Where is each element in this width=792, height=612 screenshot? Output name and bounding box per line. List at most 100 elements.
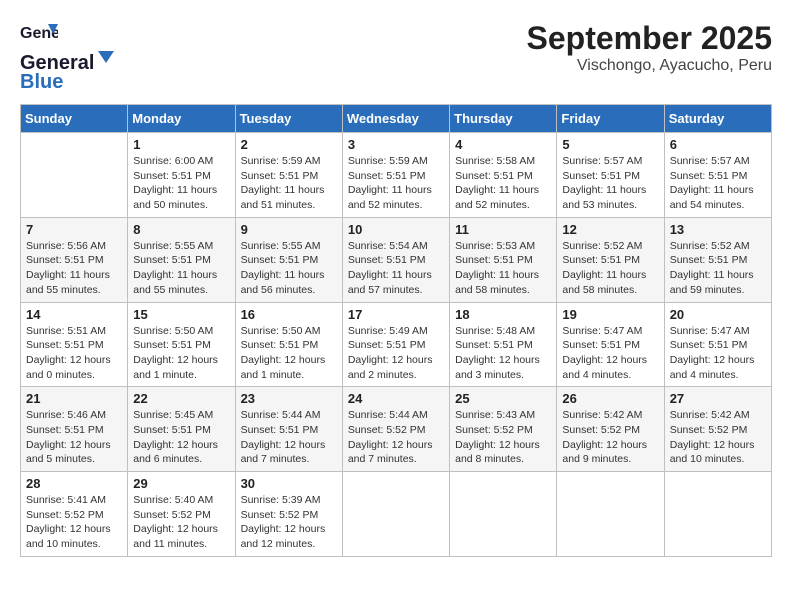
day-number: 2 bbox=[241, 137, 337, 152]
day-info: Sunrise: 5:55 AMSunset: 5:51 PMDaylight:… bbox=[133, 239, 229, 298]
day-number: 20 bbox=[670, 307, 766, 322]
day-number: 16 bbox=[241, 307, 337, 322]
day-info: Sunrise: 5:58 AMSunset: 5:51 PMDaylight:… bbox=[455, 154, 551, 213]
calendar-cell-w1-d4: 11 Sunrise: 5:53 AMSunset: 5:51 PMDayligh… bbox=[450, 217, 557, 302]
day-info: Sunrise: 5:55 AMSunset: 5:51 PMDaylight:… bbox=[241, 239, 337, 298]
weekday-header-friday: Friday bbox=[557, 105, 664, 133]
calendar-cell-w0-d3: 3 Sunrise: 5:59 AMSunset: 5:51 PMDaylight… bbox=[342, 133, 449, 218]
day-info: Sunrise: 5:45 AMSunset: 5:51 PMDaylight:… bbox=[133, 408, 229, 467]
day-info: Sunrise: 5:57 AMSunset: 5:51 PMDaylight:… bbox=[562, 154, 658, 213]
calendar-cell-w2-d6: 20 Sunrise: 5:47 AMSunset: 5:51 PMDayligh… bbox=[664, 302, 771, 387]
logo: General General Blue bbox=[20, 20, 116, 94]
day-info: Sunrise: 5:59 AMSunset: 5:51 PMDaylight:… bbox=[348, 154, 444, 213]
day-number: 23 bbox=[241, 391, 337, 406]
day-number: 29 bbox=[133, 476, 229, 491]
weekday-header-monday: Monday bbox=[128, 105, 235, 133]
day-number: 25 bbox=[455, 391, 551, 406]
day-info: Sunrise: 5:59 AMSunset: 5:51 PMDaylight:… bbox=[241, 154, 337, 213]
calendar-cell-w1-d0: 7 Sunrise: 5:56 AMSunset: 5:51 PMDaylight… bbox=[21, 217, 128, 302]
day-info: Sunrise: 5:46 AMSunset: 5:51 PMDaylight:… bbox=[26, 408, 122, 467]
day-number: 28 bbox=[26, 476, 122, 491]
calendar-table: SundayMondayTuesdayWednesdayThursdayFrid… bbox=[20, 104, 772, 557]
day-info: Sunrise: 6:00 AMSunset: 5:51 PMDaylight:… bbox=[133, 154, 229, 213]
day-info: Sunrise: 5:42 AMSunset: 5:52 PMDaylight:… bbox=[670, 408, 766, 467]
logo-blue: Blue bbox=[20, 71, 63, 94]
calendar-cell-w4-d2: 30Sunrise: 5:39 AMSunset: 5:52 PMDayligh… bbox=[235, 472, 342, 557]
calendar-cell-w3-d0: 21 Sunrise: 5:46 AMSunset: 5:51 PMDayligh… bbox=[21, 387, 128, 472]
calendar-cell-w1-d3: 10 Sunrise: 5:54 AMSunset: 5:51 PMDayligh… bbox=[342, 217, 449, 302]
day-info: Sunrise: 5:54 AMSunset: 5:51 PMDaylight:… bbox=[348, 239, 444, 298]
day-info: Sunrise: 5:47 AMSunset: 5:51 PMDaylight:… bbox=[562, 324, 658, 383]
day-info: Sunrise: 5:48 AMSunset: 5:51 PMDaylight:… bbox=[455, 324, 551, 383]
day-info: Sunrise: 5:44 AMSunset: 5:52 PMDaylight:… bbox=[348, 408, 444, 467]
day-number: 1 bbox=[133, 137, 229, 152]
calendar-cell-w4-d1: 29 Sunrise: 5:40 AMSunset: 5:52 PMDayligh… bbox=[128, 472, 235, 557]
calendar-cell-w3-d5: 26 Sunrise: 5:42 AMSunset: 5:52 PMDayligh… bbox=[557, 387, 664, 472]
calendar-cell-w2-d1: 15 Sunrise: 5:50 AMSunset: 5:51 PMDayligh… bbox=[128, 302, 235, 387]
weekday-header-saturday: Saturday bbox=[664, 105, 771, 133]
page-header: General General Blue September 2025 Visc… bbox=[20, 20, 772, 94]
day-info: Sunrise: 5:52 AMSunset: 5:51 PMDaylight:… bbox=[670, 239, 766, 298]
calendar-cell-w1-d1: 8 Sunrise: 5:55 AMSunset: 5:51 PMDaylight… bbox=[128, 217, 235, 302]
day-number: 11 bbox=[455, 222, 551, 237]
calendar-cell-w4-d0: 28 Sunrise: 5:41 AMSunset: 5:52 PMDayligh… bbox=[21, 472, 128, 557]
day-number: 9 bbox=[241, 222, 337, 237]
day-number: 27 bbox=[670, 391, 766, 406]
day-info: Sunrise: 5:56 AMSunset: 5:51 PMDaylight:… bbox=[26, 239, 122, 298]
calendar-cell-w3-d3: 24Sunrise: 5:44 AMSunset: 5:52 PMDayligh… bbox=[342, 387, 449, 472]
day-info: Sunrise: 5:49 AMSunset: 5:51 PMDaylight:… bbox=[348, 324, 444, 383]
weekday-header-sunday: Sunday bbox=[21, 105, 128, 133]
day-number: 12 bbox=[562, 222, 658, 237]
day-number: 10 bbox=[348, 222, 444, 237]
calendar-cell-w0-d6: 6 Sunrise: 5:57 AMSunset: 5:51 PMDaylight… bbox=[664, 133, 771, 218]
calendar-cell-w3-d2: 23 Sunrise: 5:44 AMSunset: 5:51 PMDayligh… bbox=[235, 387, 342, 472]
day-number: 19 bbox=[562, 307, 658, 322]
day-number: 6 bbox=[670, 137, 766, 152]
day-number: 4 bbox=[455, 137, 551, 152]
day-info: Sunrise: 5:44 AMSunset: 5:51 PMDaylight:… bbox=[241, 408, 337, 467]
day-number: 7 bbox=[26, 222, 122, 237]
location-title: Vischongo, Ayacucho, Peru bbox=[527, 57, 772, 75]
calendar-cell-w2-d2: 16 Sunrise: 5:50 AMSunset: 5:51 PMDayligh… bbox=[235, 302, 342, 387]
day-number: 26 bbox=[562, 391, 658, 406]
day-number: 13 bbox=[670, 222, 766, 237]
calendar-cell-w4-d4 bbox=[450, 472, 557, 557]
month-title: September 2025 bbox=[527, 20, 772, 57]
calendar-cell-w1-d2: 9 Sunrise: 5:55 AMSunset: 5:51 PMDaylight… bbox=[235, 217, 342, 302]
weekday-header-wednesday: Wednesday bbox=[342, 105, 449, 133]
day-number: 8 bbox=[133, 222, 229, 237]
day-info: Sunrise: 5:42 AMSunset: 5:52 PMDaylight:… bbox=[562, 408, 658, 467]
logo-flag-icon bbox=[96, 49, 116, 69]
day-number: 18 bbox=[455, 307, 551, 322]
day-info: Sunrise: 5:39 AMSunset: 5:52 PMDaylight:… bbox=[241, 493, 337, 552]
day-number: 21 bbox=[26, 391, 122, 406]
day-info: Sunrise: 5:57 AMSunset: 5:51 PMDaylight:… bbox=[670, 154, 766, 213]
calendar-cell-w2-d5: 19 Sunrise: 5:47 AMSunset: 5:51 PMDayligh… bbox=[557, 302, 664, 387]
day-number: 17 bbox=[348, 307, 444, 322]
day-number: 5 bbox=[562, 137, 658, 152]
calendar-cell-w0-d5: 5 Sunrise: 5:57 AMSunset: 5:51 PMDaylight… bbox=[557, 133, 664, 218]
day-info: Sunrise: 5:50 AMSunset: 5:51 PMDaylight:… bbox=[133, 324, 229, 383]
day-info: Sunrise: 5:51 AMSunset: 5:51 PMDaylight:… bbox=[26, 324, 122, 383]
calendar-cell-w0-d1: 1 Sunrise: 6:00 AMSunset: 5:51 PMDaylight… bbox=[128, 133, 235, 218]
calendar-cell-w0-d4: 4 Sunrise: 5:58 AMSunset: 5:51 PMDaylight… bbox=[450, 133, 557, 218]
day-info: Sunrise: 5:52 AMSunset: 5:51 PMDaylight:… bbox=[562, 239, 658, 298]
day-number: 3 bbox=[348, 137, 444, 152]
calendar-cell-w1-d5: 12 Sunrise: 5:52 AMSunset: 5:51 PMDayligh… bbox=[557, 217, 664, 302]
day-number: 14 bbox=[26, 307, 122, 322]
calendar-cell-w4-d5 bbox=[557, 472, 664, 557]
day-info: Sunrise: 5:47 AMSunset: 5:51 PMDaylight:… bbox=[670, 324, 766, 383]
weekday-header-thursday: Thursday bbox=[450, 105, 557, 133]
calendar-cell-w1-d6: 13 Sunrise: 5:52 AMSunset: 5:51 PMDayligh… bbox=[664, 217, 771, 302]
calendar-cell-w2-d3: 17 Sunrise: 5:49 AMSunset: 5:51 PMDayligh… bbox=[342, 302, 449, 387]
day-info: Sunrise: 5:40 AMSunset: 5:52 PMDaylight:… bbox=[133, 493, 229, 552]
day-number: 15 bbox=[133, 307, 229, 322]
calendar-cell-w3-d1: 22 Sunrise: 5:45 AMSunset: 5:51 PMDayligh… bbox=[128, 387, 235, 472]
calendar-cell-w2-d0: 14 Sunrise: 5:51 AMSunset: 5:51 PMDayligh… bbox=[21, 302, 128, 387]
day-info: Sunrise: 5:41 AMSunset: 5:52 PMDaylight:… bbox=[26, 493, 122, 552]
day-number: 22 bbox=[133, 391, 229, 406]
calendar-cell-w3-d6: 27 Sunrise: 5:42 AMSunset: 5:52 PMDayligh… bbox=[664, 387, 771, 472]
day-info: Sunrise: 5:53 AMSunset: 5:51 PMDaylight:… bbox=[455, 239, 551, 298]
day-info: Sunrise: 5:50 AMSunset: 5:51 PMDaylight:… bbox=[241, 324, 337, 383]
calendar-cell-w4-d6 bbox=[664, 472, 771, 557]
